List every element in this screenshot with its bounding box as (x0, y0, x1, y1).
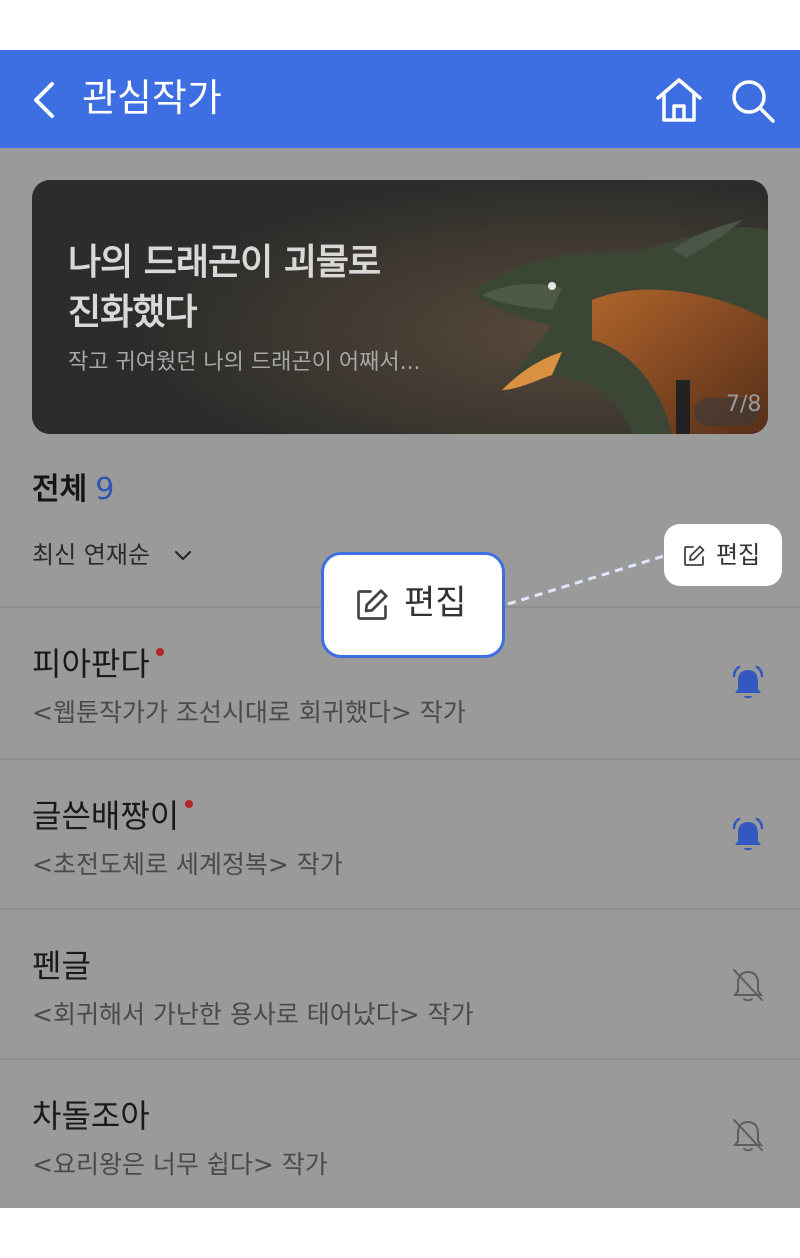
bell-ringing-icon[interactable] (730, 816, 766, 854)
author-row[interactable]: 펜글 <회귀해서 가난한 용사로 태어났다> 작가 (0, 910, 800, 1060)
edit-icon (357, 589, 388, 620)
bell-off-icon[interactable] (730, 966, 766, 1004)
search-icon[interactable] (728, 76, 778, 124)
bell-off-icon[interactable] (730, 1116, 766, 1154)
app-header: 관심작가 (0, 50, 800, 148)
edit-button-callout[interactable]: 편집 (321, 552, 505, 658)
page-title: 관심작가 (82, 76, 222, 120)
edit-label: 편집 (404, 583, 467, 623)
author-name-wrap: 피아판다 (32, 642, 164, 686)
edit-button[interactable]: 편집 (664, 524, 782, 586)
author-name-wrap: 글쓴배짱이 (32, 794, 194, 838)
author-name: 펜글 (32, 947, 91, 985)
author-works: <웹툰작가가 조선시대로 회귀했다> 작가 (32, 698, 466, 727)
new-badge-dot (155, 648, 164, 656)
author-works: <요리왕은 너무 쉽다> 작가 (32, 1150, 328, 1179)
edit-label: 편집 (716, 541, 761, 569)
main-content: 나의 드래곤이 괴물로 진화했다 작고 귀여웠던 나의 드래곤이 어째서... … (0, 148, 800, 1208)
bell-ringing-icon[interactable] (730, 664, 766, 702)
new-badge-dot (185, 800, 194, 808)
back-arrow-icon[interactable] (28, 78, 62, 122)
author-works: <초전도체로 세계정복> 작가 (32, 850, 343, 879)
author-row[interactable]: 차돌조아 <요리왕은 너무 쉽다> 작가 (0, 1060, 800, 1208)
author-name: 피아판다 (32, 645, 150, 683)
author-works: <회귀해서 가난한 용사로 태어났다> 작가 (32, 1000, 474, 1029)
author-name: 차돌조아 (32, 1097, 150, 1135)
edit-icon (684, 545, 705, 566)
home-icon[interactable] (654, 76, 704, 124)
author-name: 글쓴배짱이 (32, 797, 180, 835)
author-row[interactable]: 글쓴배짱이 <초전도체로 세계정복> 작가 (0, 760, 800, 910)
